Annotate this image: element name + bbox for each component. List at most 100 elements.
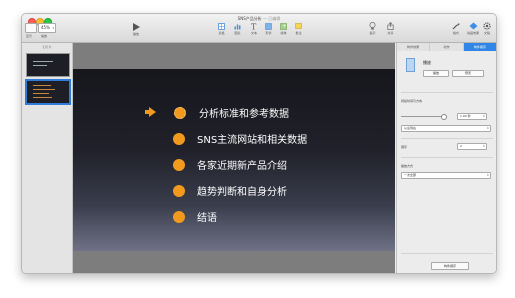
divider <box>401 92 493 93</box>
bullet-item-3[interactable]: 各家近期新产品介绍 <box>173 157 287 172</box>
lightbulb-icon <box>369 22 376 30</box>
view-label: 显示 <box>26 34 33 38</box>
text-button[interactable]: T 文本 <box>250 22 258 36</box>
share-button[interactable]: 共享 <box>387 22 394 35</box>
divider <box>401 138 493 139</box>
tab-build-in[interactable]: 构件效果 <box>397 43 431 51</box>
bullet-item-4[interactable]: 趋势判断和自身分析 <box>173 183 287 198</box>
paintbrush-icon <box>452 23 460 30</box>
duration-value: 1.00 秒 <box>460 114 471 118</box>
bullet-item-5[interactable]: 结语 <box>173 209 217 224</box>
tab-build-order[interactable]: 构件顺序 <box>463 43 496 51</box>
toolbar: SNS产品分析 — 已编辑 显示 45% ▾ 缩放 播放 表格 图表 T 文本 … <box>22 14 496 43</box>
zoom-value: 45% <box>41 25 50 30</box>
duration-slider[interactable] <box>401 116 443 117</box>
divider <box>401 253 493 254</box>
document-button[interactable]: 文稿 <box>483 22 491 35</box>
bullet-text: 各家近期新产品介绍 <box>197 161 287 172</box>
gear-icon <box>483 22 491 30</box>
thumbnail-text-line <box>33 97 52 98</box>
direction-select[interactable]: 从左到右 ⇕ <box>401 125 491 132</box>
delivery-select[interactable]: 一次全部 ⇕ <box>401 172 491 179</box>
bullet-dot-icon <box>174 106 186 119</box>
slide-thumbnail-1[interactable] <box>26 53 70 77</box>
bullet-dot-icon <box>173 184 185 197</box>
animate-inspector: 构件效果 动作 构件顺序 播放 播放 预览 持续时间与方向 1.00 秒 ⇕ 从… <box>396 43 496 273</box>
slide[interactable]: 分析标准和参考数据 SNS主流网站和相关数据 各家近期新产品介绍 趋势判断和自身… <box>73 69 395 251</box>
chevron-down-icon: ⇕ <box>482 144 485 148</box>
comment-icon <box>295 23 302 29</box>
duration-field[interactable]: 1.00 秒 ⇕ <box>457 113 487 120</box>
bullet-text: 结语 <box>197 213 217 224</box>
bullet-text: 趋势判断和自身分析 <box>197 187 287 198</box>
preview-button[interactable]: 播放 <box>423 70 449 77</box>
table-icon <box>218 23 225 30</box>
view-button[interactable] <box>25 23 37 33</box>
app-window: SNS产品分析 — 已编辑 显示 45% ▾ 缩放 播放 表格 图表 T 文本 … <box>21 13 497 274</box>
animate-button[interactable]: 动画效果 <box>467 22 479 35</box>
order-select[interactable]: 2 ⇕ <box>457 143 487 150</box>
play-button[interactable]: 播放 <box>132 23 140 36</box>
delivery-value: 一次全部 <box>404 173 417 177</box>
change-effect-button[interactable]: 预览 <box>452 70 484 77</box>
shape-icon <box>265 23 272 30</box>
duration-slider-knob[interactable] <box>441 114 447 120</box>
tips-label: 提示 <box>369 31 376 35</box>
shape-label: 形状 <box>265 31 272 35</box>
media-button[interactable]: 媒体 <box>280 23 287 35</box>
table-button[interactable]: 表格 <box>218 23 225 35</box>
slide-navigator: 幻灯片 <box>22 43 73 273</box>
order-label: 顺序 <box>401 145 408 149</box>
play-label: 播放 <box>132 32 139 36</box>
tab-action[interactable]: 动作 <box>430 43 464 51</box>
media-label: 媒体 <box>280 31 287 35</box>
comment-button[interactable]: 批注 <box>295 23 302 35</box>
delivery-title: 播放方式 <box>401 164 414 168</box>
tips-button[interactable]: 提示 <box>369 22 376 35</box>
thumbnail-text-line <box>33 89 55 90</box>
bullet-dot-icon <box>173 158 185 171</box>
svg-text:T: T <box>251 23 257 31</box>
format-label: 格式 <box>452 31 459 35</box>
edited-indicator: — 已编辑 <box>263 16 281 21</box>
chevron-down-icon: ▾ <box>52 26 54 30</box>
play-icon <box>133 23 140 31</box>
duration-title: 持续时间与方向 <box>401 99 423 103</box>
chevron-down-icon: ⇕ <box>486 126 489 130</box>
document-name: SNS产品分析 <box>237 16 262 21</box>
chart-button[interactable]: 图表 <box>234 23 241 35</box>
comment-label: 批注 <box>295 31 302 35</box>
bullet-text: SNS主流网站和相关数据 <box>197 135 308 146</box>
thumbnail-text-line <box>33 85 51 86</box>
bullet-item-1[interactable]: 分析标准和参考数据 <box>174 105 289 120</box>
text-icon: T <box>251 23 257 31</box>
order-value: 2 <box>460 144 462 148</box>
chart-icon <box>234 24 241 30</box>
share-icon <box>387 22 394 30</box>
navigator-label: 幻灯片 <box>42 45 52 49</box>
direction-value: 从左到右 <box>404 126 417 130</box>
bullet-dot-icon <box>173 132 185 145</box>
table-label: 表格 <box>218 31 225 35</box>
zoom-label: 缩放 <box>41 34 48 38</box>
inspector-tabs: 构件效果 动作 构件顺序 <box>397 43 496 51</box>
effect-title: 播放 <box>423 60 431 65</box>
share-label: 共享 <box>387 31 394 35</box>
diamond-icon <box>469 22 477 30</box>
thumbnail-text-line <box>33 61 53 62</box>
slide-thumbnail-2[interactable] <box>25 79 71 105</box>
effect-preview-icon <box>406 58 415 72</box>
chart-label: 图表 <box>234 31 241 35</box>
zoom-select[interactable]: 45% ▾ <box>38 23 56 33</box>
bullet-text: 分析标准和参考数据 <box>199 109 289 120</box>
build-order-button[interactable]: 构件顺序 <box>431 262 469 270</box>
format-button[interactable]: 格式 <box>452 22 460 35</box>
divider <box>401 157 493 158</box>
media-icon <box>280 23 287 30</box>
thumbnail-text-line <box>33 65 47 66</box>
bullet-dot-icon <box>173 210 185 223</box>
slide-canvas: 分析标准和参考数据 SNS主流网站和相关数据 各家近期新产品介绍 趋势判断和自身… <box>73 43 395 273</box>
shape-button[interactable]: 形状 <box>265 23 272 35</box>
arrow-right-icon <box>149 107 156 117</box>
bullet-item-2[interactable]: SNS主流网站和相关数据 <box>173 131 307 146</box>
